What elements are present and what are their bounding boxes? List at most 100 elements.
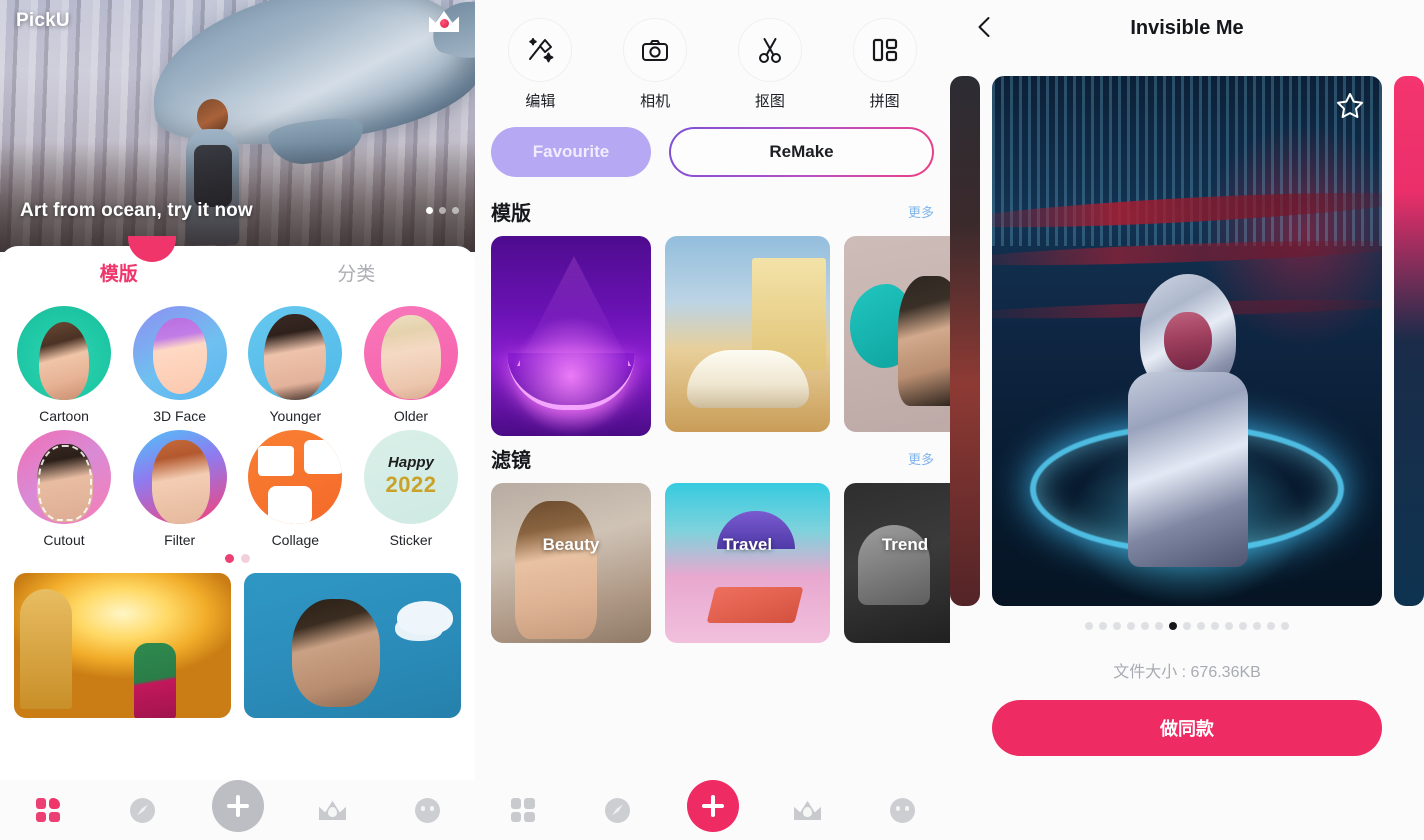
- section-more-link[interactable]: 更多: [908, 449, 934, 468]
- preview-slide-next[interactable]: [1394, 76, 1424, 606]
- filter-card-travel[interactable]: Travel: [665, 483, 830, 643]
- tool-label: 相机: [640, 93, 671, 110]
- nav-profile[interactable]: [875, 790, 931, 830]
- cyberpunk-hooded-figure-preview[interactable]: [992, 76, 1382, 606]
- three-panel-screenshot: PickU Art from ocean, try it now 模版 分类 C…: [0, 0, 1424, 840]
- feature-dot[interactable]: [225, 554, 234, 563]
- filter-thumb-icon: [132, 430, 227, 524]
- hero-dot[interactable]: [439, 207, 446, 214]
- preview-dot[interactable]: [1085, 622, 1093, 630]
- scissors-icon: [737, 18, 802, 82]
- crown-icon: [794, 800, 821, 820]
- tool-label: 拼图: [869, 93, 900, 110]
- paint-splash-template[interactable]: [844, 236, 950, 432]
- feature-younger[interactable]: Younger: [245, 306, 345, 424]
- remake-button[interactable]: ReMake: [669, 127, 934, 177]
- nav-discover[interactable]: [590, 790, 646, 830]
- crown-shape: [429, 10, 459, 32]
- preview-dot[interactable]: [1281, 622, 1289, 630]
- preview-carousel[interactable]: [950, 76, 1424, 606]
- feature-cartoon[interactable]: Cartoon: [14, 306, 114, 424]
- favourite-button[interactable]: Favourite: [491, 127, 651, 177]
- plus-icon: [226, 795, 249, 817]
- feature-label: 3D Face: [153, 408, 207, 424]
- hero-dot[interactable]: [426, 207, 433, 214]
- make-same-button[interactable]: 做同款: [992, 700, 1382, 756]
- preview-dot[interactable]: [1099, 622, 1107, 630]
- face: [1164, 312, 1212, 370]
- neon-triangle-template[interactable]: [491, 236, 651, 436]
- temple-stairs-card[interactable]: [14, 573, 231, 718]
- older-thumb-icon: [363, 306, 458, 400]
- feature-label: Older: [393, 408, 429, 424]
- feature-row: Cartoon 3D Face Younger Older: [14, 306, 461, 424]
- tool-row: 编辑 相机 抠图 拼图: [475, 0, 950, 117]
- feature-older[interactable]: Older: [361, 306, 461, 424]
- preview-dot[interactable]: [1155, 622, 1163, 630]
- face-icon: [415, 797, 440, 823]
- section-more-link[interactable]: 更多: [908, 202, 934, 221]
- template-carousel[interactable]: [475, 236, 950, 436]
- comic-portrait-card[interactable]: [244, 573, 461, 718]
- sticker-thumb-icon: [363, 430, 458, 524]
- nav-vip[interactable]: [305, 790, 361, 830]
- feature-dot[interactable]: [241, 554, 250, 563]
- preview-dot[interactable]: [1225, 622, 1233, 630]
- tool-camera[interactable]: 相机: [598, 18, 713, 111]
- detail-header: Invisible Me: [950, 0, 1424, 56]
- plus-button[interactable]: [686, 780, 739, 832]
- star-outline-icon[interactable]: [1336, 92, 1364, 119]
- feature-label: Sticker: [389, 532, 433, 548]
- preview-dot[interactable]: [1253, 622, 1261, 630]
- hero-dot[interactable]: [452, 207, 459, 214]
- preview-dot[interactable]: [1239, 622, 1247, 630]
- nav-create[interactable]: [685, 780, 741, 832]
- tool-label: 抠图: [754, 93, 785, 110]
- bottom-nav-mid: [475, 780, 950, 840]
- feature-sticker[interactable]: Sticker: [361, 430, 461, 548]
- feature-3d-face[interactable]: 3D Face: [130, 306, 230, 424]
- filter-carousel[interactable]: Beauty Travel Trend: [475, 483, 950, 643]
- filter-card-beauty[interactable]: Beauty: [491, 483, 651, 643]
- nav-create[interactable]: [210, 780, 266, 832]
- vintage-car-template[interactable]: [665, 236, 830, 432]
- section-title: 模版: [491, 203, 531, 225]
- tool-cutout[interactable]: 抠图: [713, 18, 828, 111]
- crown-icon[interactable]: [429, 10, 459, 36]
- preview-slide-prev[interactable]: [950, 76, 980, 606]
- tab-categories[interactable]: 分类: [238, 259, 476, 286]
- preview-dot[interactable]: [1197, 622, 1205, 630]
- preview-dot[interactable]: [1211, 622, 1219, 630]
- nav-discover[interactable]: [115, 790, 171, 830]
- filter-card-trend[interactable]: Trend: [844, 483, 950, 643]
- nav-profile[interactable]: [400, 790, 456, 830]
- preview-dot[interactable]: [1267, 622, 1275, 630]
- preview-dot[interactable]: [1169, 622, 1177, 630]
- feature-collage[interactable]: Collage: [245, 430, 345, 548]
- feature-pager[interactable]: [0, 554, 475, 563]
- tool-collage[interactable]: 拼图: [827, 18, 942, 111]
- preview-dot[interactable]: [1127, 622, 1135, 630]
- hero-pager[interactable]: [426, 207, 459, 214]
- feature-filter[interactable]: Filter: [130, 430, 230, 548]
- chevron-left-icon[interactable]: [972, 14, 998, 40]
- nav-home[interactable]: [20, 790, 76, 830]
- preview-dot[interactable]: [1183, 622, 1191, 630]
- nav-vip[interactable]: [780, 790, 836, 830]
- page-title: Invisible Me: [1130, 16, 1244, 39]
- panel-tools: 编辑 相机 抠图 拼图 Favourite ReMake 模版 更多 滤镜 更多…: [475, 0, 950, 840]
- plus-button[interactable]: [211, 780, 264, 832]
- preview-dot[interactable]: [1113, 622, 1121, 630]
- section-header-filters: 滤镜 更多: [475, 436, 950, 483]
- preview-pager[interactable]: [950, 622, 1424, 630]
- person-head: [197, 99, 228, 133]
- hero-banner[interactable]: PickU Art from ocean, try it now: [0, 0, 475, 252]
- remake-button-label: ReMake: [671, 129, 932, 175]
- tab-templates[interactable]: 模版: [0, 259, 238, 286]
- preview-dot[interactable]: [1141, 622, 1149, 630]
- camera-icon: [623, 18, 688, 82]
- tool-edit[interactable]: 编辑: [483, 18, 598, 111]
- feature-label: Collage: [271, 532, 320, 548]
- feature-cutout[interactable]: Cutout: [14, 430, 114, 548]
- nav-home[interactable]: [495, 790, 551, 830]
